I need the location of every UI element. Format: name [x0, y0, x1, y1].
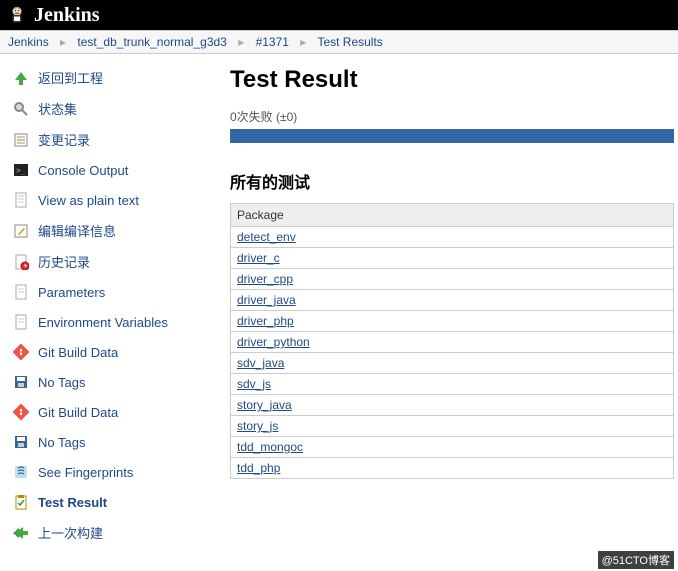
package-link[interactable]: driver_php — [237, 314, 294, 328]
package-link[interactable]: driver_cpp — [237, 272, 293, 286]
svg-text:>_: >_ — [16, 166, 26, 175]
table-row: tdd_mongoc — [231, 437, 674, 458]
sidebar-item-label[interactable]: Parameters — [38, 285, 105, 300]
left-arrow-icon — [12, 524, 30, 542]
sidebar-item-env[interactable]: Environment Variables — [8, 307, 222, 337]
save-icon — [12, 373, 30, 391]
package-link[interactable]: story_java — [237, 398, 292, 412]
table-row: driver_java — [231, 290, 674, 311]
watermark: @51CTO博客 — [598, 551, 674, 569]
sidebar-item-label[interactable]: 状态集 — [38, 99, 77, 118]
sidebar-item-label[interactable]: No Tags — [38, 435, 85, 450]
package-link[interactable]: driver_python — [237, 335, 310, 349]
sidebar-item-notags-1[interactable]: No Tags — [8, 367, 222, 397]
table-header-package[interactable]: Package — [231, 204, 674, 227]
sidebar-item-label[interactable]: 历史记录 — [38, 252, 90, 271]
search-icon — [12, 100, 30, 118]
sidebar-item-plaintext[interactable]: View as plain text — [8, 185, 222, 215]
git-icon — [12, 343, 30, 361]
table-row: story_java — [231, 395, 674, 416]
package-link[interactable]: story_js — [237, 419, 278, 433]
sidebar-item-testresult[interactable]: Test Result — [8, 487, 222, 517]
up-arrow-icon — [12, 69, 30, 87]
package-link[interactable]: detect_env — [237, 230, 296, 244]
breadcrumb-testresults[interactable]: Test Results — [317, 35, 382, 49]
chevron-right-icon: ▸ — [300, 35, 306, 49]
sidebar-item-label[interactable]: 编辑编译信息 — [38, 221, 116, 240]
save-icon — [12, 433, 30, 451]
edit-icon — [12, 222, 30, 240]
summary-line: 0次失败 (±0) — [230, 108, 674, 125]
sidebar-item-label[interactable]: No Tags — [38, 375, 85, 390]
sidebar-item-fingerprints[interactable]: See Fingerprints — [8, 457, 222, 487]
table-row: sdv_java — [231, 353, 674, 374]
breadcrumb-build[interactable]: #1371 — [256, 35, 289, 49]
jenkins-logo-icon — [8, 6, 26, 24]
sidebar-item-label[interactable]: Git Build Data — [38, 405, 118, 420]
terminal-icon: >_ — [12, 161, 30, 179]
package-link[interactable]: driver_c — [237, 251, 280, 265]
package-link[interactable]: sdv_js — [237, 377, 271, 391]
sidebar-item-parameters[interactable]: Parameters — [8, 277, 222, 307]
sidebar-item-changes[interactable]: 变更记录 — [8, 124, 222, 155]
table-row: sdv_js — [231, 374, 674, 395]
sidebar-item-history[interactable]: 历史记录 — [8, 246, 222, 277]
package-link[interactable]: tdd_php — [237, 461, 280, 475]
package-link[interactable]: tdd_mongoc — [237, 440, 303, 454]
package-link[interactable]: driver_java — [237, 293, 296, 307]
progress-bar — [230, 129, 674, 143]
sidebar-item-edit[interactable]: 编辑编译信息 — [8, 215, 222, 246]
package-table: Package detect_env driver_c driver_cppdriv… — [230, 203, 674, 479]
document-icon — [12, 283, 30, 301]
breadcrumb-job[interactable]: test_db_trunk_normal_g3d3 — [77, 35, 226, 49]
package-link[interactable]: sdv_java — [237, 356, 284, 370]
sidebar-item-console[interactable]: >_ Console Output — [8, 155, 222, 185]
sidebar-item-status[interactable]: 状态集 — [8, 93, 222, 124]
sidebar-item-label[interactable]: 上一次构建 — [38, 523, 103, 542]
table-row: driver_cpp — [231, 269, 674, 290]
sidebar-item-label[interactable]: 返回到工程 — [38, 68, 103, 87]
changes-icon — [12, 131, 30, 149]
table-row: driver_c — [231, 248, 674, 269]
table-row: tdd_php — [231, 458, 674, 479]
table-row: detect_env — [231, 227, 674, 248]
document-icon — [12, 313, 30, 331]
banner-title[interactable]: Jenkins — [34, 4, 100, 27]
sidebar-item-git-2[interactable]: Git Build Data — [8, 397, 222, 427]
top-banner: Jenkins — [0, 0, 678, 30]
table-row: story_js — [231, 416, 674, 437]
table-row: driver_php — [231, 311, 674, 332]
sidebar-item-label[interactable]: Test Result — [38, 495, 107, 510]
document-icon — [12, 191, 30, 209]
sidebar-item-label[interactable]: Console Output — [38, 163, 128, 178]
history-icon — [12, 253, 30, 271]
sidebar-item-prev[interactable]: 上一次构建 — [8, 517, 222, 548]
sidebar-item-label[interactable]: Environment Variables — [38, 315, 168, 330]
sidebar-item-git-1[interactable]: Git Build Data — [8, 337, 222, 367]
sidebar-item-label[interactable]: 变更记录 — [38, 130, 90, 149]
page-title: Test Result — [230, 66, 674, 94]
sidebar-item-notags-2[interactable]: No Tags — [8, 427, 222, 457]
sidebar-item-label[interactable]: Git Build Data — [38, 345, 118, 360]
clipboard-icon — [12, 493, 30, 511]
table-row: driver_python — [231, 332, 674, 353]
fingerprint-icon — [12, 463, 30, 481]
chevron-right-icon: ▸ — [238, 35, 244, 49]
breadcrumb-jenkins[interactable]: Jenkins — [8, 35, 49, 49]
chevron-right-icon: ▸ — [60, 35, 66, 49]
breadcrumbs: Jenkins ▸ test_db_trunk_normal_g3d3 ▸ #1… — [0, 30, 678, 54]
sidebar-item-back[interactable]: 返回到工程 — [8, 62, 222, 93]
sidebar-item-label[interactable]: View as plain text — [38, 193, 139, 208]
sidebar-item-label[interactable]: See Fingerprints — [38, 465, 133, 480]
section-all-tests: 所有的测试 — [230, 169, 674, 193]
git-icon — [12, 403, 30, 421]
sidebar: 返回到工程 状态集 变更记录 >_ Console Output View as… — [0, 54, 230, 556]
main-panel: Test Result 0次失败 (±0) 所有的测试 Package dete… — [230, 54, 678, 556]
